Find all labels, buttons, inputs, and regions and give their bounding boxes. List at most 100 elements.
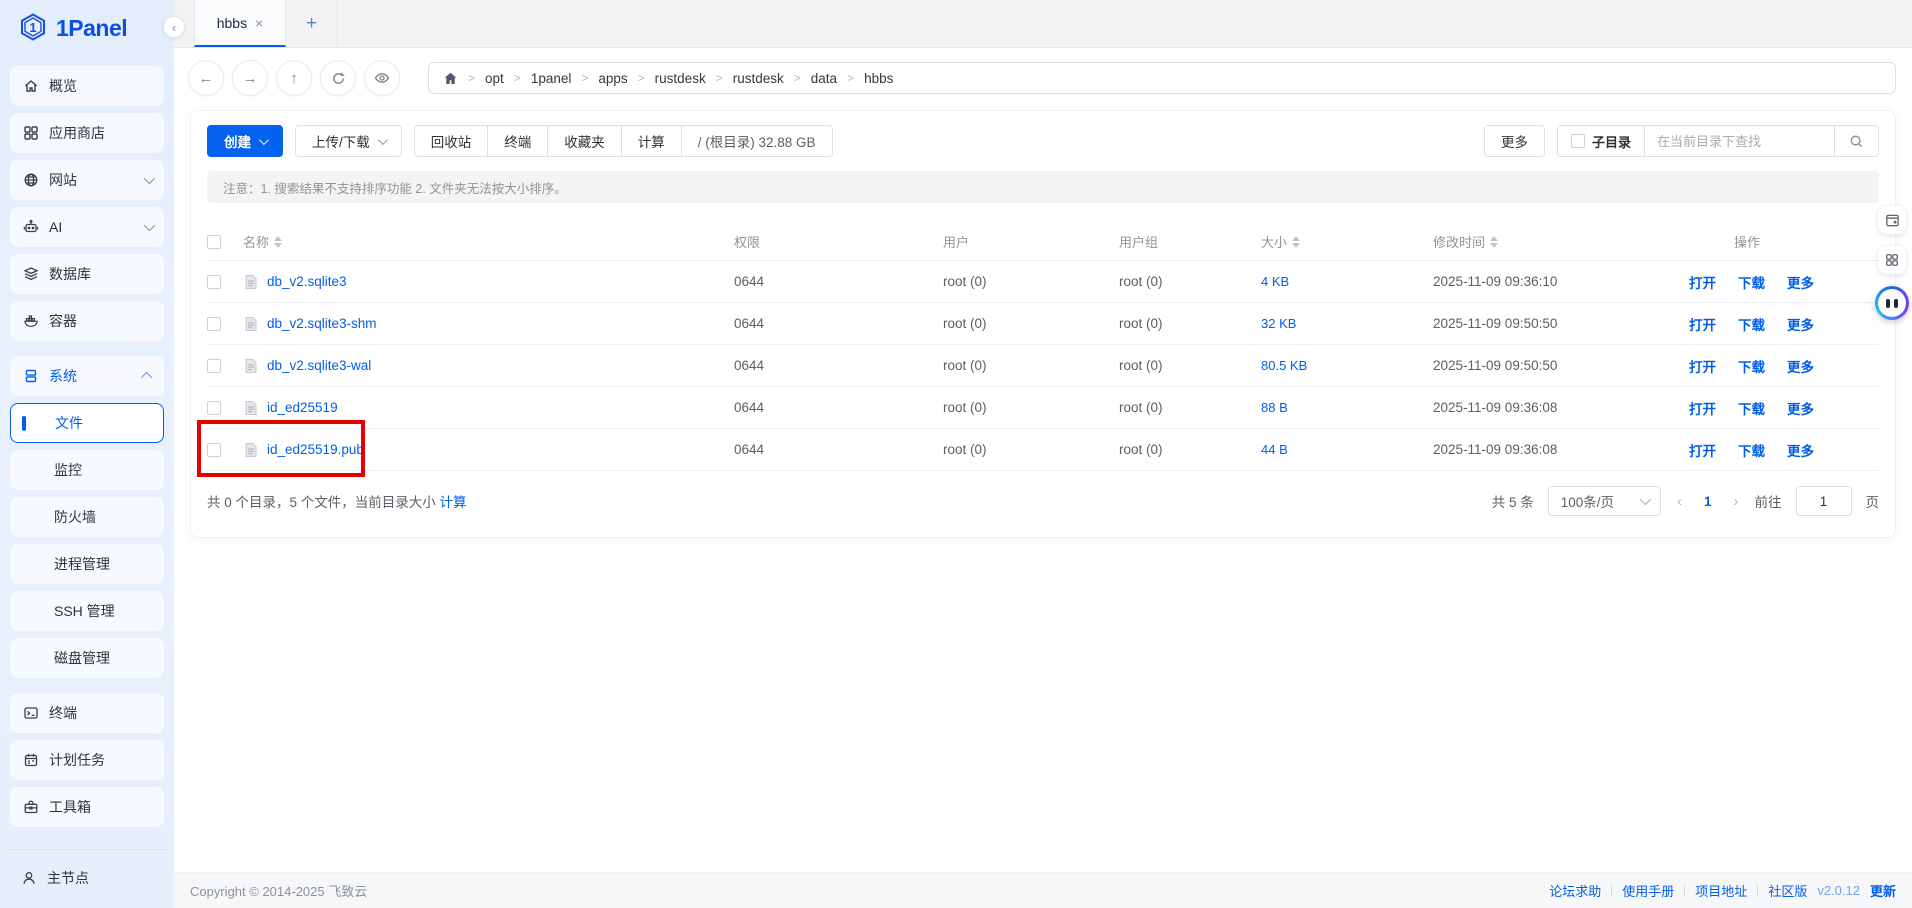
open-action[interactable]: 打开: [1689, 440, 1716, 460]
open-action[interactable]: 打开: [1689, 398, 1716, 418]
create-button[interactable]: 创建: [207, 125, 283, 157]
download-action[interactable]: 下载: [1738, 314, 1765, 334]
sidebar-item-toolbox[interactable]: 工具箱: [10, 787, 164, 827]
sidebar-item-disk[interactable]: 磁盘管理: [10, 638, 164, 678]
quick-panel-icon[interactable]: [1878, 206, 1906, 234]
breadcrumb-home-icon[interactable]: [443, 71, 458, 86]
ai-assistant-button[interactable]: [1875, 286, 1909, 320]
update-link[interactable]: 更新: [1870, 881, 1896, 900]
sidebar-item-ai[interactable]: AI: [10, 207, 164, 247]
edition-link[interactable]: 社区版: [1768, 881, 1807, 900]
more-action[interactable]: 更多: [1787, 440, 1814, 460]
breadcrumb-item[interactable]: rustdesk: [733, 71, 784, 86]
refresh-button[interactable]: [320, 60, 356, 96]
root-disk-usage[interactable]: / (根目录) 32.88 GB: [681, 126, 832, 156]
file-name-link[interactable]: db_v2.sqlite3-shm: [267, 316, 377, 331]
breadcrumb-item[interactable]: rustdesk: [655, 71, 706, 86]
open-action[interactable]: 打开: [1689, 314, 1716, 334]
open-action[interactable]: 打开: [1689, 272, 1716, 292]
file-name-link[interactable]: db_v2.sqlite3: [267, 274, 347, 289]
header-mtime-sort[interactable]: 修改时间: [1433, 232, 1498, 251]
file-icon: [243, 358, 259, 374]
more-action[interactable]: 更多: [1787, 272, 1814, 292]
goto-page-input[interactable]: [1796, 486, 1852, 516]
header-size-sort[interactable]: 大小: [1261, 232, 1300, 251]
row-checkbox[interactable]: [207, 359, 221, 373]
sidebar-item-monitor[interactable]: 监控: [10, 450, 164, 490]
page-size-select[interactable]: 100条/页: [1548, 486, 1661, 516]
toolbar-button-group: 回收站 终端 收藏夹 计算 / (根目录) 32.88 GB: [414, 125, 833, 157]
file-size-link[interactable]: 80.5 KB: [1261, 358, 1307, 373]
forward-button[interactable]: →: [232, 60, 268, 96]
sidebar-item-overview[interactable]: 概览: [10, 66, 164, 106]
download-action[interactable]: 下载: [1738, 398, 1765, 418]
project-site-link[interactable]: 项目地址: [1695, 881, 1747, 900]
download-action[interactable]: 下载: [1738, 272, 1765, 292]
page-number[interactable]: 1: [1698, 494, 1718, 509]
file-size-link[interactable]: 88 B: [1261, 400, 1288, 415]
search-icon[interactable]: [1834, 126, 1878, 156]
search-input[interactable]: [1644, 126, 1834, 156]
next-page-button[interactable]: ›: [1732, 493, 1741, 510]
breadcrumb-item[interactable]: data: [811, 71, 837, 86]
sidebar-item-firewall[interactable]: 防火墙: [10, 497, 164, 537]
upload-download-button[interactable]: 上传/下载: [295, 125, 402, 157]
subdir-checkbox[interactable]: [1571, 134, 1585, 148]
tab-hbbs[interactable]: hbbs ×: [194, 0, 286, 47]
open-action[interactable]: 打开: [1689, 356, 1716, 376]
sidebar-item-system[interactable]: 系统: [10, 356, 164, 396]
breadcrumb-item[interactable]: 1panel: [531, 71, 572, 86]
preview-eye-button[interactable]: [364, 60, 400, 96]
calculate-size-link[interactable]: 计算: [440, 491, 467, 511]
breadcrumb-item[interactable]: apps: [598, 71, 627, 86]
apps-grid-icon[interactable]: [1878, 246, 1906, 274]
download-action[interactable]: 下载: [1738, 356, 1765, 376]
file-permission: 0644: [734, 400, 943, 415]
favorites-button[interactable]: 收藏夹: [547, 126, 621, 156]
download-action[interactable]: 下载: [1738, 440, 1765, 460]
select-all-checkbox[interactable]: [207, 235, 221, 249]
more-action[interactable]: 更多: [1787, 398, 1814, 418]
calculate-button[interactable]: 计算: [621, 126, 681, 156]
more-button[interactable]: 更多: [1484, 125, 1545, 157]
file-name-link[interactable]: db_v2.sqlite3-wal: [267, 358, 371, 373]
row-checkbox[interactable]: [207, 401, 221, 415]
recycle-bin-button[interactable]: 回收站: [415, 126, 488, 156]
sidebar-item-files[interactable]: 文件: [10, 403, 164, 443]
sidebar-item-ssh[interactable]: SSH 管理: [10, 591, 164, 631]
user-manual-link[interactable]: 使用手册: [1622, 881, 1674, 900]
sidebar-item-master-node[interactable]: 主节点: [12, 860, 162, 896]
file-name-link[interactable]: id_ed25519.pub: [267, 442, 364, 457]
file-size-link[interactable]: 32 KB: [1261, 316, 1296, 331]
breadcrumb-item[interactable]: hbbs: [864, 71, 893, 86]
sidebar-item-appstore[interactable]: 应用商店: [10, 113, 164, 153]
sidebar-item-terminal[interactable]: 终端: [10, 693, 164, 733]
floating-buttons: [1875, 206, 1909, 320]
sidebar-item-cron[interactable]: 计划任务: [10, 740, 164, 780]
back-button[interactable]: ←: [188, 60, 224, 96]
more-action[interactable]: 更多: [1787, 356, 1814, 376]
forum-help-link[interactable]: 论坛求助: [1549, 881, 1601, 900]
sidebar-item-database[interactable]: 数据库: [10, 254, 164, 294]
file-size-link[interactable]: 4 KB: [1261, 274, 1289, 289]
sidebar-item-website[interactable]: 网站: [10, 160, 164, 200]
tab-add-button[interactable]: +: [286, 0, 338, 47]
row-checkbox[interactable]: [207, 317, 221, 331]
header-name-sort[interactable]: 名称: [243, 232, 282, 251]
up-button[interactable]: ↑: [276, 60, 312, 96]
tab-close-icon[interactable]: ×: [255, 15, 263, 31]
sidebar-item-process[interactable]: 进程管理: [10, 544, 164, 584]
breadcrumb-item[interactable]: opt: [485, 71, 504, 86]
file-user: root (0): [943, 400, 1119, 415]
row-checkbox[interactable]: [207, 275, 221, 289]
file-size-link[interactable]: 44 B: [1261, 442, 1288, 457]
chevron-down-icon: [259, 135, 269, 145]
file-name-link[interactable]: id_ed25519: [267, 400, 338, 415]
more-action[interactable]: 更多: [1787, 314, 1814, 334]
sidebar-collapse-button[interactable]: ‹: [163, 16, 185, 38]
row-checkbox[interactable]: [207, 443, 221, 457]
file-mtime: 2025-11-09 09:36:10: [1433, 274, 1689, 289]
prev-page-button[interactable]: ‹: [1675, 493, 1684, 510]
terminal-button[interactable]: 终端: [487, 126, 547, 156]
sidebar-item-container[interactable]: 容器: [10, 301, 164, 341]
